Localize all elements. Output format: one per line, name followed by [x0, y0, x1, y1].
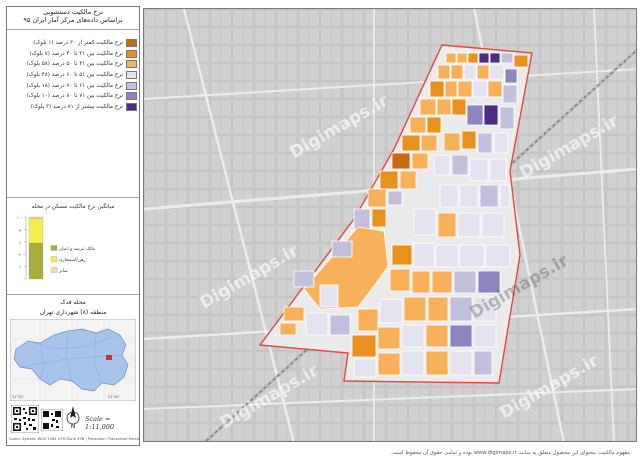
legend-item-label: نرخ مالکیت بین ۷۱ تا ۸۰ درصد (۱۰ بلوک): [26, 93, 123, 100]
second-qr-code: [41, 409, 63, 431]
legend-swatch: [126, 71, 137, 80]
tick-label: ۲۰: [19, 265, 23, 270]
bar-segment: [28, 218, 44, 244]
legend-swatch: [126, 102, 137, 111]
legend-item: نرخ مالکیت بیشتر از ۸۱ درصد (۳ بلوک): [11, 102, 137, 113]
basemap-svg: Digimaps.ir Digimaps.ir Digimaps.ir Digi…: [144, 9, 636, 441]
chart-legend-label: مالک عرصه و اعیان: [59, 246, 95, 252]
neighborhood-title: محله فدک: [60, 299, 86, 306]
bar-segment: [28, 242, 44, 280]
chart-title: میانگین نرخ مالکیت مسکن در محله: [31, 204, 115, 210]
ownership-chart: ۱۰۰ ۸۰ ۶۰ ۴۰ ۲۰ ۰ مالک عرصه و اعیان رهن/استیجار…: [17, 215, 95, 282]
neighborhood-marker: [106, 355, 112, 360]
tick-label: ۸۰: [19, 227, 23, 232]
qr-code: [11, 405, 39, 433]
map-frame[interactable]: Digimaps.ir Digimaps.ir Digimaps.ir Digi…: [143, 8, 637, 442]
divider: [7, 294, 139, 295]
chart-legend-label: سایر: [58, 269, 68, 274]
legend-swatch: [126, 49, 137, 58]
legend-swatch: [126, 39, 137, 48]
north-label: N: [71, 423, 76, 429]
chart-legend-swatch: [50, 245, 58, 251]
tick-label: ۴۰: [19, 252, 23, 257]
footer-credit: مفهوم مالکیت، محتوای این محصول متعلق به …: [390, 450, 630, 456]
legend-item-label: نرخ مالکیت بین ۶۱ تا ۷۰ درصد (۱۸ بلوک): [26, 82, 123, 89]
divider: [7, 29, 139, 30]
svg-text:51°40': 51°40': [108, 395, 120, 399]
tick-label: ۰: [21, 277, 23, 282]
legend-item: نرخ مالکیت بین ۴۱ تا ۵۰ درصد (۵۸ بلوک): [11, 59, 137, 70]
legend-item: نرخ مالکیت بین ۶۱ تا ۷۰ درصد (۱۸ بلوک): [11, 80, 137, 91]
tick-label: ۶۰: [19, 240, 23, 245]
tick-label: ۱۰۰: [17, 215, 23, 220]
legend-item: نرخ مالکیت بین ۳۱ تا ۴۰ درصد (۷ بلوک): [11, 49, 137, 60]
legend-item-label: نرخ مالکیت بین ۳۱ تا ۴۰ درصد (۷ بلوک): [29, 50, 123, 57]
legend-item: نرخ مالکیت بین ۷۱ تا ۸۰ درصد (۱۰ بلوک): [11, 91, 137, 102]
map-sheet: نرخ مالکیت دستشویی براساس داده‌های مرکز …: [0, 0, 643, 461]
bar-segment: [28, 216, 44, 219]
legend-item-label: نرخ مالکیت بین ۴۱ تا ۵۰ درصد (۵۸ بلوک): [26, 61, 123, 68]
divider: [7, 197, 139, 198]
legend-swatch: [126, 81, 137, 90]
north-arrow: N: [66, 405, 80, 430]
chart-legend-label: رهن/استیجاری: [59, 257, 86, 263]
scale-text: Scale = 1:11,000: [85, 415, 115, 431]
legend-item-label: نرخ مالکیت کمتر از ۳۰ درصد (۱ بلوک): [33, 40, 123, 47]
legend-item-label: نرخ مالکیت بین ۵۱ تا ۶۰ درصد (۴۸ بلوک): [26, 72, 123, 79]
legend-swatch: [126, 60, 137, 69]
legend-list: نرخ مالکیت کمتر از ۳۰ درصد (۱ بلوک) نرخ م…: [11, 38, 137, 112]
legend-title-line2: براساس داده‌های مرکز آمار ایران ۹۵: [23, 16, 123, 24]
neighborhood-subtitle: منطقه (۸) شهرداری تهران: [39, 309, 107, 316]
legend-item: نرخ مالکیت بین ۵۱ تا ۶۰ درصد (۴۸ بلوک): [11, 70, 137, 81]
legend-item-label: نرخ مالکیت بیشتر از ۸۱ درصد (۳ بلوک): [30, 103, 123, 110]
legend-swatch: [126, 92, 137, 101]
location-inset-map: 51°10' 51°40': [10, 319, 136, 401]
chart-legend-swatch: [50, 256, 58, 262]
legend-title: نرخ مالکیت دستشویی براساس داده‌های مرکز …: [7, 8, 139, 24]
legend-item: نرخ مالکیت کمتر از ۳۰ درصد (۱ بلوک): [11, 38, 137, 49]
coordinate-credit: Coord. System: WGS 1984 UTM Zone 39N | P…: [9, 437, 139, 441]
legend-panel: نرخ مالکیت دستشویی براساس داده‌های مرکز …: [6, 6, 140, 446]
chart-legend-swatch: [50, 267, 58, 273]
svg-text:51°10': 51°10': [12, 395, 24, 399]
legend-title-line1: نرخ مالکیت دستشویی: [43, 8, 103, 16]
